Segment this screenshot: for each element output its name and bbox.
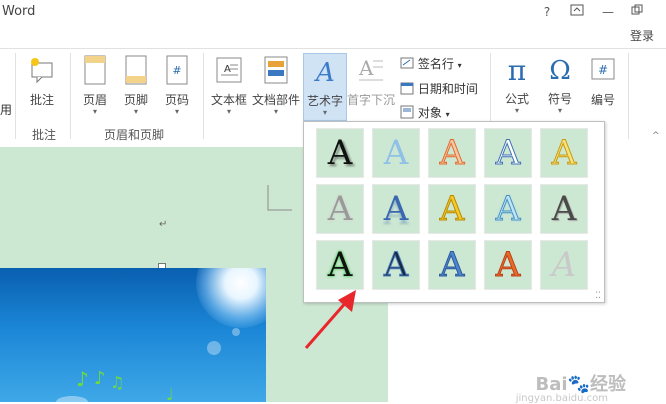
pi-icon: π [507,54,527,87]
wordart-style-black-shadow[interactable]: A [316,128,364,178]
comment-group-label: 批注 [32,128,57,142]
group-separator [70,53,71,139]
paragraph-mark: ↵ [159,219,168,230]
svg-text:♫: ♫ [110,373,124,392]
wordart-style-gray-light[interactable]: A [540,240,588,290]
number-label: 编号 [590,93,615,107]
header-label: 页眉 [82,93,107,107]
wordart-button[interactable]: A 艺术字 ▾ [303,53,347,121]
wordart-style-cyan-glow[interactable]: A [484,184,532,234]
ribbon-partial-label: 用 [0,103,13,117]
group-separator [15,53,16,139]
symbol-label: 符号 [547,92,572,106]
app-title: Word [2,4,36,19]
svg-text:♩: ♩ [166,385,174,402]
svg-text:♪: ♪ [76,367,89,391]
group-separator [628,53,629,139]
wordart-style-orange-outline[interactable]: A [428,128,476,178]
equation-button[interactable]: π 公式 ▾ [497,53,537,119]
resize-grip-icon[interactable]: ⁚⁚ [595,291,601,301]
header-footer-group-label: 页眉和页脚 [104,128,165,142]
group-separator [203,53,204,139]
textbox-label: 文本框 [210,93,247,107]
wordart-style-gray-soft[interactable]: A [316,184,364,234]
signature-line-label: 签名行 [417,57,454,71]
chevron-down-icon: ▾ [273,107,278,116]
signature-icon [400,57,414,69]
header-icon [76,55,114,88]
svg-text:A: A [314,58,335,86]
margin-corner-mark [267,185,292,211]
omega-icon: Ω [549,56,571,86]
chevron-down-icon: ▾ [457,61,462,70]
page-number-button[interactable]: # 页码 ▾ [158,53,196,119]
comment-icon [22,55,62,88]
help-button[interactable]: ? [536,2,558,22]
number-icon: # [583,55,623,88]
wordart-label: 艺术字 [306,94,343,108]
footer-label: 页脚 [123,93,148,107]
wordart-style-black-green-glow[interactable]: A [316,240,364,290]
svg-text:#: # [172,64,181,77]
minimize-button[interactable]: — [597,2,619,22]
restore-button[interactable] [626,2,648,22]
music-notes-decoration: ♪ ♪ ♫ ♩ [56,328,240,402]
chevron-down-icon: ▾ [322,108,327,117]
dropcap-button[interactable]: A 首字下沉 [347,53,395,119]
object-label: 对象 [417,106,442,120]
footer-icon [117,55,155,88]
dropcap-icon: A [347,55,395,88]
chevron-down-icon: ▾ [133,107,138,116]
ribbon-display-options-icon[interactable] [566,2,588,22]
chevron-down-icon: ▾ [174,107,179,116]
wordart-style-light-blue[interactable]: A [372,128,420,178]
number-button[interactable]: # 编号 [583,53,623,119]
collapse-ribbon-icon[interactable]: ^ [652,131,660,141]
wordart-style-gold-outline[interactable]: A [540,128,588,178]
textbox-button[interactable]: A 文本框 ▾ [208,53,250,119]
datetime-button[interactable]: 日期和时间 [400,80,478,97]
chevron-down-icon: ▾ [92,107,97,116]
wordart-icon: A [304,56,346,89]
header-button[interactable]: 页眉 ▾ [76,53,114,119]
page-number-icon: # [158,55,196,88]
signature-line-button[interactable]: 签名行 ▾ [400,55,462,72]
page-number-label: 页码 [164,93,189,107]
watermark-url: jingyan.baidu.com [515,393,608,404]
svg-text:♪: ♪ [94,368,106,389]
chevron-down-icon: ▾ [514,106,519,115]
wordart-gallery: AAAAAAAAAAAAAAA ⁚⁚ [303,121,605,303]
chevron-down-icon: ▾ [557,106,562,115]
object-button[interactable]: 对象 ▾ [400,104,450,121]
title-bar: Word ? — [0,0,666,26]
datetime-label: 日期和时间 [417,82,478,96]
chevron-down-icon: ▾ [445,110,450,119]
svg-text:#: # [598,63,608,77]
comment-button[interactable]: 批注 [22,53,62,119]
inserted-picture[interactable]: ♪ ♪ ♫ ♩ [0,268,266,402]
footer-button[interactable]: 页脚 ▾ [117,53,155,119]
wordart-style-orange-red[interactable]: A [484,240,532,290]
equation-label: 公式 [504,92,529,106]
login-link[interactable]: 登录 [630,27,654,44]
textbox-icon: A [208,55,250,88]
doc-parts-label: 文档部件 [252,93,301,107]
svg-text:A: A [224,64,231,75]
chevron-down-icon: ▾ [226,107,231,116]
doc-parts-button[interactable]: 文档部件 ▾ [252,53,300,119]
object-icon [400,105,414,119]
comment-label: 批注 [29,93,54,107]
svg-text:A: A [358,56,374,80]
symbol-button[interactable]: Ω 符号 ▾ [540,53,580,119]
wordart-style-gray-bevel[interactable]: A [540,184,588,234]
wordart-style-blue-outline[interactable]: A [484,128,532,178]
doc-parts-icon [252,55,300,88]
wordart-style-blue-gradient[interactable]: A [428,240,476,290]
wordart-style-blue-reflect[interactable]: A [372,184,420,234]
red-pointer-arrow [304,290,356,349]
calendar-icon [400,82,414,95]
wordart-style-gold-fill[interactable]: A [428,184,476,234]
dropcap-label: 首字下沉 [347,93,396,107]
wordart-style-black-blue[interactable]: A [372,240,420,290]
